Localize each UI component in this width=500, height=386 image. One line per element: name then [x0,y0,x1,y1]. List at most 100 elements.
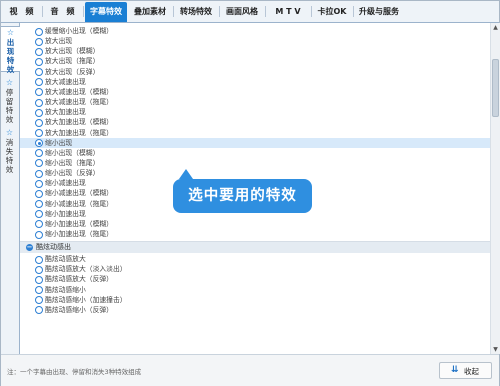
effect-group-header[interactable]: − 酷炫动感出 [20,241,490,254]
effect-label: 放大加速出现（拖尾） [45,128,113,137]
footer-note: 注：一个字幕由出现、停留和消失3种特效组成 [7,368,142,376]
radio-button-icon[interactable] [35,139,43,148]
effect-list-item[interactable]: 放大出现（拖尾） [20,56,490,66]
vertical-scrollbar[interactable]: ▲ ▼ [490,23,500,354]
effect-label: 缩小加速出现（模糊） [45,219,113,228]
effect-list-item[interactable]: 放大减速出现（模糊） [20,87,490,97]
radio-button-icon[interactable] [35,255,43,264]
effect-list-item[interactable]: 缩小出现（拖尾） [20,158,490,168]
effect-label: 缩小出现 [45,138,73,147]
effect-list-item[interactable]: 缩小加速出现（拖尾） [20,229,490,239]
effect-list-item[interactable]: 放大减速出现（拖尾） [20,97,490,107]
radio-button-icon[interactable] [35,169,43,178]
collapse-button-label: 收起 [464,367,479,376]
side-tab-label: 消失特效 [5,138,14,174]
effect-label: 放大出现（反弹） [45,67,100,76]
effect-list-item[interactable]: 缓慢缩小出现（模糊） [20,26,490,36]
effect-list-item[interactable]: 放大出现 [20,36,490,46]
effect-label: 酷炫动感缩小 [45,285,86,294]
effect-label: 酷炫动感放大 [45,255,86,264]
tab-video[interactable]: 视 频 [3,3,40,21]
radio-button-icon[interactable] [35,296,43,305]
tab-divider [173,6,174,17]
radio-button-icon[interactable] [35,159,43,168]
tab-divider [353,6,354,17]
footer-bar: 注：一个字幕由出现、停留和消失3种特效组成 ⇊ 收起 [1,354,499,386]
radio-button-icon[interactable] [35,230,43,239]
side-tab-disappear-effects[interactable]: ☆ 消失特效 [1,127,18,175]
side-tab-stay-effects[interactable]: ☆ 停留特效 [1,77,18,125]
radio-button-icon[interactable] [35,27,43,36]
radio-button-icon[interactable] [35,189,43,198]
radio-button-icon[interactable] [35,179,43,188]
scroll-thumb[interactable] [492,59,499,117]
radio-button-icon[interactable] [35,108,43,117]
effect-list-item[interactable]: 酷炫动感缩小（反弹） [20,305,490,315]
radio-button-icon[interactable] [35,200,43,209]
radio-button-icon[interactable] [35,265,43,274]
radio-button-icon[interactable] [35,57,43,66]
effect-list-item[interactable]: 酷炫动感放大 [20,254,490,264]
effect-list-item[interactable]: 放大减速出现 [20,77,490,87]
effect-list-item[interactable]: 缩小出现 [20,137,490,148]
collapse-group-icon: − [26,243,33,252]
effect-label: 放大减速出现（模糊） [45,87,113,96]
effect-list-item[interactable]: 放大出现（模糊） [20,46,490,56]
radio-button-icon[interactable] [35,68,43,77]
tab-karaoke[interactable]: 卡拉OK [313,3,351,21]
effect-list-item[interactable]: 放大加速出现（模糊） [20,117,490,127]
effect-label: 酷炫动感放大（淡入淡出） [45,265,127,274]
radio-button-icon[interactable] [35,78,43,87]
star-icon: ☆ [5,128,14,137]
tab-transition-effects[interactable]: 转场特效 [175,3,217,21]
effect-label: 放大出现（模糊） [45,47,100,56]
effect-list-item[interactable]: 放大加速出现 [20,107,490,117]
effect-list-item[interactable]: 缩小加速出现（模糊） [20,219,490,229]
tab-divider [265,6,266,17]
radio-button-icon[interactable] [35,210,43,219]
radio-button-icon[interactable] [35,118,43,127]
radio-button-icon[interactable] [35,149,43,158]
radio-button-icon[interactable] [35,88,43,97]
effect-label: 放大减速出现（拖尾） [45,98,113,107]
effect-label: 放大出现 [45,37,73,46]
top-tab-bar: 视 频 音 频 字幕特效 叠加素材 转场特效 画面风格 M T V 卡拉OK 升… [1,1,499,23]
effect-label: 放大加速出现（模糊） [45,118,113,127]
collapse-button[interactable]: ⇊ 收起 [439,362,492,379]
tab-divider [311,6,312,17]
effect-list-item[interactable]: 酷炫动感缩小（加速撞击） [20,295,490,305]
effect-list-item[interactable]: 酷炫动感放大（淡入淡出） [20,264,490,274]
tab-upgrade-service[interactable]: 升级与服务 [355,3,403,21]
tab-audio[interactable]: 音 频 [44,3,81,21]
effect-list-item[interactable]: 缩小出现（反弹） [20,168,490,178]
radio-button-icon[interactable] [35,286,43,295]
side-tab-appear-effects[interactable]: ☆ 出现特效 [1,26,20,74]
effect-list-item[interactable]: 放大出现（反弹） [20,67,490,77]
tab-mtv[interactable]: M T V [267,3,309,21]
effect-list-item[interactable]: 放大加速出现（拖尾） [20,128,490,138]
tab-divider [83,6,84,17]
effect-list-item[interactable]: 酷炫动感放大（反弹） [20,274,490,284]
radio-button-icon[interactable] [35,37,43,46]
radio-button-icon[interactable] [35,220,43,229]
effect-label: 放大加速出现 [45,108,86,117]
tab-subtitle-effects[interactable]: 字幕特效 [85,2,127,22]
radio-button-icon[interactable] [35,306,43,315]
radio-button-icon[interactable] [35,47,43,56]
tab-picture-style[interactable]: 画面风格 [221,3,263,21]
side-tab-bar: ☆ 出现特效 ☆ 停留特效 ☆ 消失特效 [1,23,20,354]
scroll-down-icon[interactable]: ▼ [491,345,500,354]
tab-overlay-materials[interactable]: 叠加素材 [129,3,171,21]
radio-button-icon[interactable] [35,275,43,284]
effect-label: 酷炫动感放大（反弹） [45,275,113,284]
effect-label: 缩小减速出现（模糊） [45,189,113,198]
effect-list-item[interactable]: 酷炫动感缩小 [20,285,490,295]
radio-button-icon[interactable] [35,129,43,137]
effect-list-item[interactable]: 缩小出现（模糊） [20,148,490,158]
effect-label: 缓慢缩小出现（模糊） [45,27,113,35]
effect-label: 放大减速出现 [45,77,86,86]
effect-label: 缩小加速出现 [45,209,86,218]
scroll-up-icon[interactable]: ▲ [491,23,500,32]
effect-label: 放大出现（拖尾） [45,57,100,66]
radio-button-icon[interactable] [35,98,43,107]
